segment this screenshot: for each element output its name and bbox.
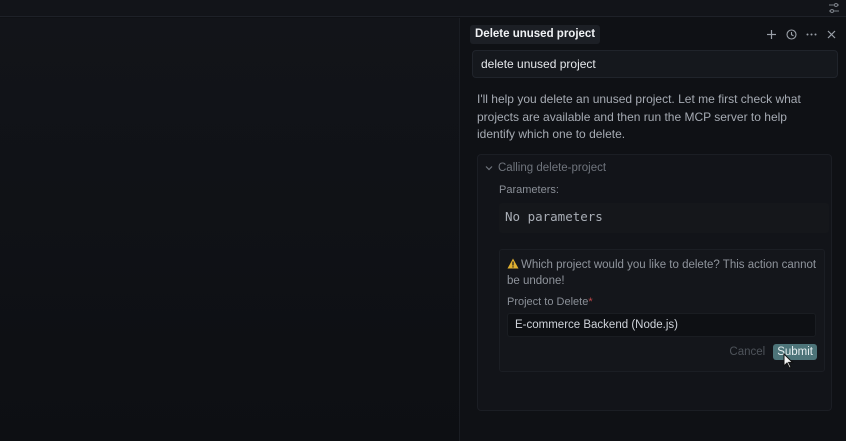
chat-tab-title[interactable]: Delete unused project — [470, 24, 601, 44]
close-icon[interactable] — [825, 28, 838, 41]
plus-icon[interactable] — [765, 28, 778, 41]
tool-call-header[interactable]: Calling delete-project — [484, 162, 606, 174]
project-field-label: Project to Delete* — [507, 296, 593, 308]
tool-call-card: Calling delete-project Parameters: No pa… — [477, 154, 832, 411]
project-select[interactable]: E-commerce Backend (Node.js) — [507, 313, 816, 337]
cancel-button[interactable]: Cancel — [729, 344, 765, 360]
header-actions — [765, 28, 838, 41]
warning-icon — [507, 258, 519, 269]
chevron-down-icon — [485, 166, 493, 171]
top-bar — [0, 0, 846, 17]
warning-text: Which project would you like to delete? … — [507, 259, 817, 287]
chat-panel: Delete unused project delete unused proj… — [461, 18, 846, 441]
user-prompt[interactable]: delete unused project — [472, 50, 838, 78]
cursor-icon — [783, 353, 794, 369]
warning-message: Which project would you like to delete? … — [507, 257, 819, 289]
form-actions: Cancel Submit — [729, 344, 817, 360]
editor-area — [0, 18, 460, 441]
required-mark: * — [588, 296, 593, 308]
more-icon[interactable] — [805, 28, 818, 41]
parameters-value: No parameters — [499, 203, 829, 233]
parameters-label: Parameters: — [499, 184, 559, 196]
project-field-label-text: Project to Delete — [507, 296, 589, 308]
confirmation-form: Which project would you like to delete? … — [499, 249, 825, 372]
tool-call-title: Calling delete-project — [498, 162, 607, 174]
history-icon[interactable] — [785, 28, 798, 41]
panel-header: Delete unused project — [470, 24, 838, 44]
submit-button[interactable]: Submit — [773, 344, 817, 360]
assistant-message: I'll help you delete an unused project. … — [477, 92, 801, 141]
settings-icon[interactable] — [828, 2, 840, 14]
